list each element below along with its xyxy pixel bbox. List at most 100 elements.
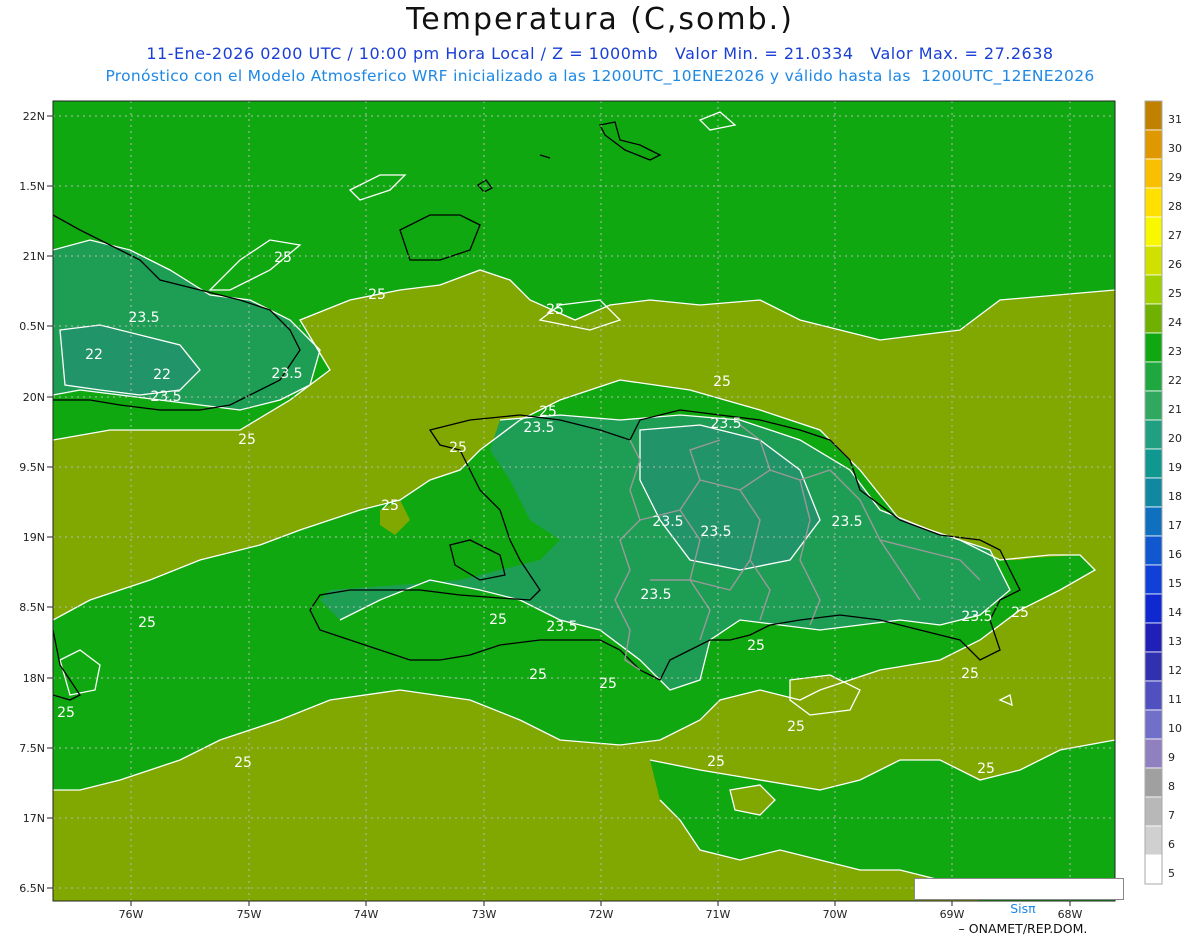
- contour-label: 25: [238, 432, 256, 448]
- lat-label: 20N: [23, 391, 45, 404]
- colorbar-swatch: [1144, 680, 1163, 711]
- lat-label: 0.5N: [19, 320, 45, 333]
- contour-label: 22: [153, 367, 171, 383]
- colorbar-label: 24: [1168, 316, 1182, 329]
- colorbar-label: 31: [1168, 113, 1182, 126]
- colorbar-swatch: [1144, 274, 1163, 305]
- colorbar-swatch: [1144, 506, 1163, 537]
- colorbar-swatch: [1144, 303, 1163, 334]
- colorbar-label: 20: [1168, 432, 1182, 445]
- colorbar-swatch: [1144, 100, 1163, 131]
- lon-label: 75W: [237, 908, 262, 921]
- colorbar-label: 15: [1168, 577, 1182, 590]
- lon-ticks: [130, 901, 1071, 906]
- colorbar-label: 13: [1168, 635, 1182, 648]
- colorbar-label: 28: [1168, 200, 1182, 213]
- colorbar-label: 11: [1168, 693, 1182, 706]
- colorbar-label: 10: [1168, 722, 1182, 735]
- colorbar-swatch: [1144, 593, 1163, 624]
- contour-label: 23.5: [710, 416, 741, 432]
- sispi-logo: Sisπ: [1010, 901, 1036, 916]
- lat-label: 21N: [23, 250, 45, 263]
- lat-label: 9.5N: [19, 461, 45, 474]
- colorbar-label: 18: [1168, 490, 1182, 503]
- contour-label: 25: [1011, 605, 1029, 621]
- colorbar-label: 23: [1168, 345, 1182, 358]
- colorbar-label: 30: [1168, 142, 1182, 155]
- contour-label: 25: [449, 440, 467, 456]
- colorbar-swatch: [1144, 419, 1163, 450]
- colorbar: 31 30 29 28 27 26 25 24 23 22 21 20 19 18 17 16 15 14 13 12…: [1144, 100, 1182, 885]
- colorbar-swatch: [1144, 709, 1163, 740]
- colorbar-swatch: [1144, 796, 1163, 827]
- lat-label: 18N: [23, 672, 45, 685]
- colorbar-label: 8: [1168, 780, 1175, 793]
- colorbar-swatch: [1144, 622, 1163, 653]
- contour-label: 25: [961, 666, 979, 682]
- lon-label: 74W: [354, 908, 379, 921]
- contour-label: 23.5: [546, 619, 577, 635]
- contour-label: 25: [274, 250, 292, 266]
- lat-ticks: [47, 115, 53, 889]
- colorbar-swatch: [1144, 825, 1163, 856]
- colorbar-swatch: [1144, 535, 1163, 566]
- colorbar-label: 12: [1168, 664, 1182, 677]
- contour-label: 25: [381, 498, 399, 514]
- colorbar-swatch: [1144, 216, 1163, 247]
- contour-label: 23.5: [961, 609, 992, 625]
- lon-label: 70W: [823, 908, 848, 921]
- colorbar-swatch: [1144, 767, 1163, 798]
- contour-label: 25: [529, 667, 547, 683]
- lon-label: 73W: [472, 908, 497, 921]
- contour-label: 23.5: [700, 524, 731, 540]
- temperature-map: 22N 1.5N 21N 0.5N 20N 9.5N 19N 8.5N 18N …: [19, 100, 1182, 921]
- colorbar-label: 7: [1168, 809, 1175, 822]
- contour-label: 25: [707, 754, 725, 770]
- lon-label: 72W: [589, 908, 614, 921]
- colorbar-swatch: [1144, 129, 1163, 160]
- colorbar-label: 17: [1168, 519, 1182, 532]
- lat-label: 22N: [23, 110, 45, 123]
- colorbar-label: 5: [1168, 867, 1175, 880]
- credit-box: Sisπ – ONAMET/REP.DOM.: [914, 878, 1124, 936]
- contour-label: 23.5: [523, 420, 554, 436]
- colorbar-label: 22: [1168, 374, 1182, 387]
- colorbar-label: 14: [1168, 606, 1182, 619]
- colorbar-swatch: [1144, 361, 1163, 392]
- contour-label: 25: [368, 287, 386, 303]
- lat-label: 8.5N: [19, 601, 45, 614]
- colorbar-swatch: [1144, 332, 1163, 363]
- colorbar-label: 16: [1168, 548, 1182, 561]
- contour-label: 22: [85, 347, 103, 363]
- contour-label: 23.5: [640, 587, 671, 603]
- contour-label: 25: [977, 761, 995, 777]
- contour-label: 23.5: [831, 514, 862, 530]
- lat-label: 1.5N: [19, 180, 45, 193]
- contour-label: 25: [787, 719, 805, 735]
- colorbar-swatch: [1144, 187, 1163, 218]
- contour-label: 25: [546, 302, 564, 318]
- colorbar-swatch: [1144, 854, 1163, 885]
- colorbar-label: 29: [1168, 171, 1182, 184]
- lat-label: 6.5N: [19, 882, 45, 895]
- contour-label: 25: [599, 676, 617, 692]
- lon-label: 76W: [119, 908, 144, 921]
- colorbar-swatch: [1144, 477, 1163, 508]
- colorbar-swatch: [1144, 651, 1163, 682]
- colorbar-label: 21: [1168, 403, 1182, 416]
- contour-label: 25: [57, 705, 75, 721]
- contour-label: 25: [489, 612, 507, 628]
- colorbar-label: 9: [1168, 751, 1175, 764]
- contour-label: 23.5: [271, 366, 302, 382]
- lat-label: 7.5N: [19, 742, 45, 755]
- colorbar-swatch: [1144, 738, 1163, 769]
- lat-label: 17N: [23, 812, 45, 825]
- contour-label: 23.5: [652, 514, 683, 530]
- contour-label: 23.5: [150, 389, 181, 405]
- colorbar-swatch: [1144, 245, 1163, 276]
- contour-label: 25: [713, 374, 731, 390]
- colorbar-label: 27: [1168, 229, 1182, 242]
- colorbar-label: 6: [1168, 838, 1175, 851]
- lon-label: 71W: [706, 908, 731, 921]
- lat-label: 19N: [23, 531, 45, 544]
